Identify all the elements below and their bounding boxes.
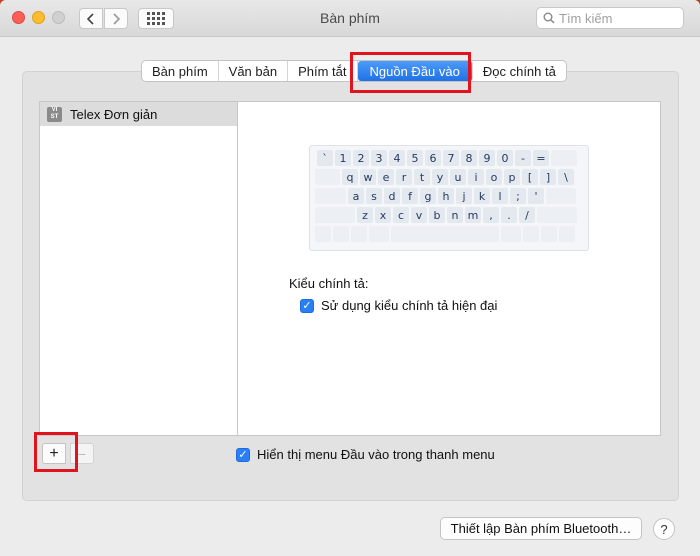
key-blank: [559, 226, 575, 242]
key: r: [396, 169, 412, 185]
key-blank: [333, 226, 349, 242]
key: p: [504, 169, 520, 185]
key: 9: [479, 150, 495, 166]
modern-spelling-label: Sử dụng kiểu chính tả hiện đại: [321, 298, 498, 313]
key: k: [474, 188, 490, 204]
input-source-label: Telex Đơn giản: [70, 106, 158, 122]
key: ]: [540, 169, 556, 185]
key: n: [447, 207, 463, 223]
key: 8: [461, 150, 477, 166]
tab-text[interactable]: Văn bản: [219, 61, 289, 81]
keyboard-row-4: z x c v b n m , . /: [315, 207, 583, 225]
tab-input-sources[interactable]: Nguồn Đầu vào: [357, 61, 473, 81]
key: v: [411, 207, 427, 223]
add-input-source-button[interactable]: +: [42, 443, 66, 464]
key-blank: [315, 188, 346, 204]
key-blank: [391, 226, 499, 242]
key: 3: [371, 150, 387, 166]
key: f: [402, 188, 418, 204]
list-item[interactable]: VI ST Telex Đơn giản: [40, 102, 237, 126]
key: o: [486, 169, 502, 185]
key: w: [360, 169, 376, 185]
key: =: [533, 150, 549, 166]
key: l: [492, 188, 508, 204]
key: e: [378, 169, 394, 185]
key-blank: [546, 188, 576, 204]
keyboard-row-3: a s d f g h j k l ; ': [315, 188, 583, 206]
key-blank: [315, 169, 340, 185]
show-input-menu-checkbox[interactable]: ✓: [236, 447, 250, 462]
vietnamese-flag-icon: VI ST: [47, 106, 62, 122]
key: g: [420, 188, 436, 204]
key: 6: [425, 150, 441, 166]
key: h: [438, 188, 454, 204]
key: `: [317, 150, 333, 166]
key: \: [558, 169, 574, 185]
key: /: [519, 207, 535, 223]
keyboard-row-1: ` 1 2 3 4 5 6 7 8 9 0 - =: [315, 150, 583, 168]
key-blank: [541, 226, 557, 242]
tab-shortcuts[interactable]: Phím tắt: [288, 61, 358, 81]
key-blank: [523, 226, 539, 242]
key: -: [515, 150, 531, 166]
show-input-menu-option[interactable]: ✓ Hiển thị menu Đầu vào trong thanh menu: [236, 447, 495, 462]
key: 1: [335, 150, 351, 166]
key-blank: [501, 226, 521, 242]
search-icon: [543, 12, 555, 24]
titlebar: Bàn phím: [0, 0, 700, 37]
key: c: [393, 207, 409, 223]
key: [: [522, 169, 538, 185]
search-field[interactable]: [536, 7, 684, 29]
key: z: [357, 207, 373, 223]
key: d: [384, 188, 400, 204]
key: 5: [407, 150, 423, 166]
key-blank: [315, 226, 331, 242]
key: m: [465, 207, 481, 223]
key: 0: [497, 150, 513, 166]
key: x: [375, 207, 391, 223]
modern-spelling-checkbox[interactable]: ✓: [300, 298, 314, 313]
key: i: [468, 169, 484, 185]
key: ,: [483, 207, 499, 223]
keyboard-preview: ` 1 2 3 4 5 6 7 8 9 0 - = q w e r t y u …: [309, 145, 589, 251]
key-blank: [351, 226, 367, 242]
key: 2: [353, 150, 369, 166]
spelling-style-label: Kiểu chính tả:: [289, 276, 369, 291]
key-blank: [315, 207, 355, 223]
keyboard-preferences-window: Bàn phím Bàn phím Văn bản Phím tắt Nguồn…: [0, 0, 700, 556]
help-button[interactable]: ?: [653, 518, 675, 540]
key: t: [414, 169, 430, 185]
key-blank: [551, 150, 577, 166]
tab-keyboard[interactable]: Bàn phím: [142, 61, 219, 81]
modern-spelling-option[interactable]: ✓ Sử dụng kiểu chính tả hiện đại: [300, 298, 497, 313]
search-input[interactable]: [559, 10, 677, 26]
key: s: [366, 188, 382, 204]
show-input-menu-label: Hiển thị menu Đầu vào trong thanh menu: [257, 447, 495, 462]
key: b: [429, 207, 445, 223]
key: 4: [389, 150, 405, 166]
key: u: [450, 169, 466, 185]
key: j: [456, 188, 472, 204]
remove-input-source-button[interactable]: −: [70, 443, 94, 464]
keyboard-row-5: [315, 226, 583, 244]
setup-bluetooth-keyboard-button[interactable]: Thiết lập Bàn phím Bluetooth…: [440, 517, 642, 540]
key: ': [528, 188, 544, 204]
key: a: [348, 188, 364, 204]
tab-bar: Bàn phím Văn bản Phím tắt Nguồn Đầu vào …: [141, 60, 567, 82]
key: .: [501, 207, 517, 223]
key: 7: [443, 150, 459, 166]
key-blank: [369, 226, 389, 242]
minus-icon: −: [77, 445, 87, 462]
key: y: [432, 169, 448, 185]
key: ;: [510, 188, 526, 204]
keyboard-row-2: q w e r t y u i o p [ ] \: [315, 169, 583, 187]
tab-dictation[interactable]: Đọc chính tả: [473, 61, 566, 81]
key: q: [342, 169, 358, 185]
input-sources-list: VI ST Telex Đơn giản: [39, 101, 238, 436]
key-blank: [537, 207, 577, 223]
plus-icon: +: [49, 444, 59, 462]
